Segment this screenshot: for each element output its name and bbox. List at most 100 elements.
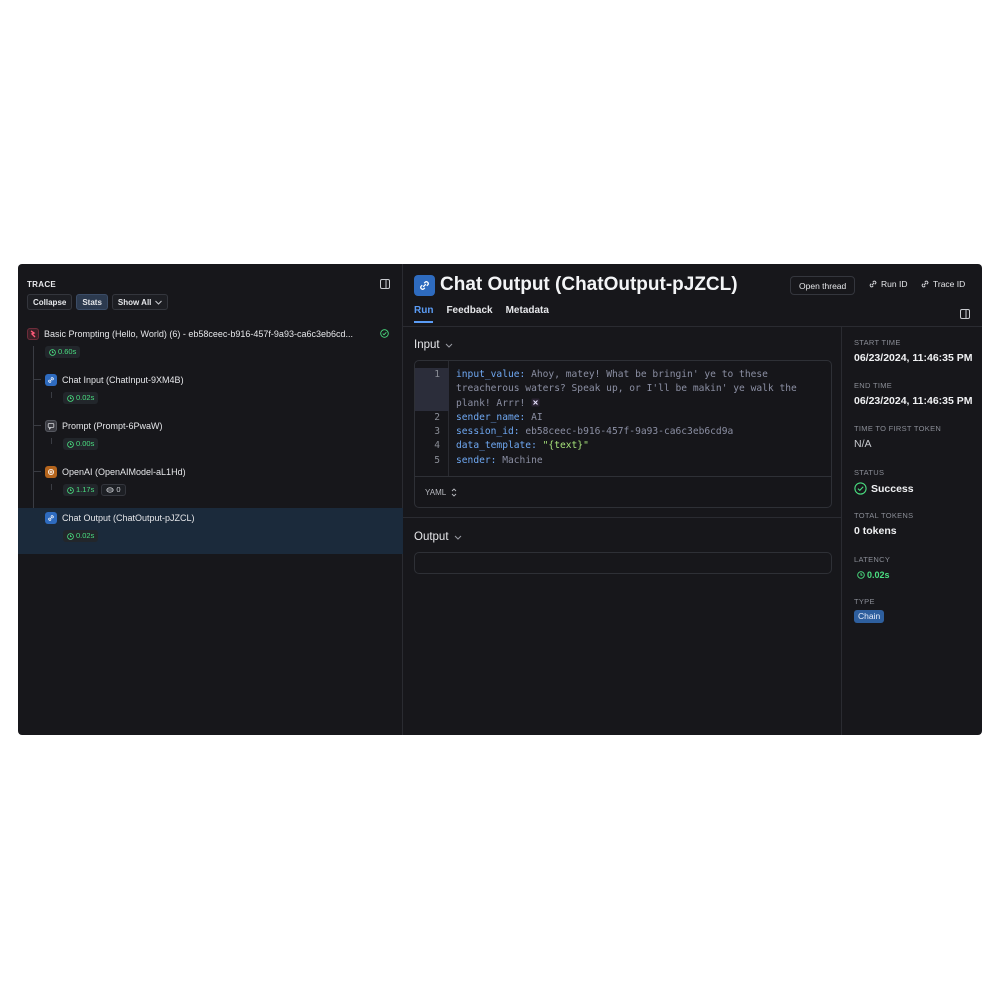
tree-node-chat-output[interactable]: Chat Output (ChatOutput-pJZCL) 0.02s xyxy=(18,508,403,554)
yaml-value: plank! Arrr! xyxy=(456,397,532,409)
prompt-icon xyxy=(45,420,57,432)
ttft-value: N/A xyxy=(854,438,872,450)
code-lines: 1 input_value: Ahoy, matey! What be bring… xyxy=(415,368,831,468)
latency-badge: 0.00s xyxy=(63,438,99,450)
yaml-key: sender_name xyxy=(456,411,520,423)
code-line: plank! Arrr! xyxy=(415,396,831,411)
link-icon xyxy=(414,275,435,296)
collapse-button[interactable]: Collapse xyxy=(27,294,73,310)
chevron-down-icon xyxy=(445,343,452,348)
format-label: YAML xyxy=(425,488,447,497)
type-badge: Chain xyxy=(854,610,885,623)
format-selector[interactable]: YAML xyxy=(425,488,457,497)
status-label: STATUS xyxy=(854,468,885,477)
latency-badge: 0.60s xyxy=(45,346,81,358)
node-header: Chat Output (ChatOutput-pJZCL) xyxy=(45,512,195,524)
tab-metadata[interactable]: Metadata xyxy=(506,305,549,323)
tab-run[interactable]: Run xyxy=(414,305,434,323)
tree-node-chat-input[interactable]: Chat Input (ChatInput-9XM4B) 0.02s xyxy=(18,370,403,416)
type-field: TYPE Chain xyxy=(854,597,885,624)
clock-icon xyxy=(67,486,74,494)
node-label: Basic Prompting (Hello, World) (6) - eb5… xyxy=(44,329,353,339)
code-line: 1 input_value: Ahoy, matey! What be bring… xyxy=(415,368,831,383)
stats-button[interactable]: Stats xyxy=(76,294,108,310)
latency-value: 0.02s xyxy=(867,570,890,580)
status-text: Success xyxy=(871,482,914,495)
code-line: 3 session_id: eb58ceec-b916-457f-9a93-ca6… xyxy=(415,425,831,439)
run-header: Chat Output (ChatOutput-pJZCL) Open thre… xyxy=(403,264,982,327)
link-icon xyxy=(45,512,57,524)
total-tokens-value: 0 tokens xyxy=(854,525,897,537)
trace-toolbar: Collapse Stats Show All xyxy=(27,294,169,310)
end-time-field: END TIME 06/23/2024, 11:46:35 PM xyxy=(854,381,973,407)
clock-icon xyxy=(67,394,74,402)
node-stats: 0.00s xyxy=(63,438,99,450)
tree-node-openai[interactable]: OpenAI (OpenAIModel-aL1Hd) 1.17s 0 xyxy=(18,462,403,508)
input-section-toggle[interactable]: Input xyxy=(414,339,453,351)
yaml-key: input_value xyxy=(456,369,520,380)
yaml-key: data_template xyxy=(456,440,532,452)
run-id-label: Run ID xyxy=(881,279,908,289)
output-code-viewer[interactable] xyxy=(414,552,832,574)
status-field: STATUS Success xyxy=(854,468,914,495)
sidebar-toggle-icon[interactable] xyxy=(380,279,390,289)
node-label: OpenAI (OpenAIModel-aL1Hd) xyxy=(62,467,186,477)
node-header: Prompt (Prompt-6PwaW) xyxy=(45,420,163,432)
node-stats: 1.17s 0 xyxy=(63,484,126,496)
input-code-viewer[interactable]: 1 input_value: Ahoy, matey! What be bring… xyxy=(414,360,832,508)
detail-tabs: Run Feedback Metadata xyxy=(414,305,549,323)
code-line: 4 data_template: "{text}" xyxy=(415,439,831,453)
total-tokens-field: TOTAL TOKENS 0 tokens xyxy=(854,511,913,537)
line-number: 1 xyxy=(415,368,449,383)
link-icon xyxy=(869,280,877,288)
run-io-section: Input 1 input_value: Ahoy, matey! What be… xyxy=(403,327,841,735)
section-divider xyxy=(403,517,841,518)
node-header: Basic Prompting (Hello, World) (6) - eb5… xyxy=(27,328,353,340)
yaml-value: eb58ceec-b916-457f-9a93-ca6c3eb6cd9a xyxy=(519,426,734,438)
end-time-label: END TIME xyxy=(854,381,893,390)
yaml-value: "{text}" xyxy=(536,440,589,452)
output-section-toggle[interactable]: Output xyxy=(414,531,462,543)
type-label: TYPE xyxy=(854,597,875,606)
node-label: Chat Output (ChatOutput-pJZCL) xyxy=(62,513,195,523)
yaml-value: Ahoy, matey! What be bringin' ye to thes… xyxy=(525,369,768,380)
code-line: 2 sender_name: AI xyxy=(415,411,831,425)
side-panel-toggle-icon[interactable] xyxy=(960,309,970,319)
tab-feedback[interactable]: Feedback xyxy=(446,305,492,323)
tree-node-root[interactable]: Basic Prompting (Hello, World) (6) - eb5… xyxy=(18,324,403,370)
clock-icon xyxy=(49,348,56,356)
latency-label: LATENCY xyxy=(854,555,891,564)
page-title: Chat Output (ChatOutput-pJZCL) xyxy=(440,274,738,295)
trace-id-button[interactable]: Trace ID xyxy=(920,279,965,289)
line-number: 3 xyxy=(434,426,440,438)
node-stats: 0.02s xyxy=(63,392,99,404)
status-value: Success xyxy=(854,482,914,495)
code-footer: YAML xyxy=(415,476,831,507)
trace-tree: Basic Prompting (Hello, World) (6) - eb5… xyxy=(18,324,403,554)
latency-value: 0.60s xyxy=(58,347,77,356)
node-header: OpenAI (OpenAIModel-aL1Hd) xyxy=(45,466,186,478)
line-number: 4 xyxy=(434,440,440,452)
open-thread-button[interactable]: Open thread xyxy=(790,276,856,295)
run-id-button[interactable]: Run ID xyxy=(868,279,907,289)
chevron-up-down-icon xyxy=(451,488,457,497)
latency-value: 1.17s xyxy=(76,485,95,494)
start-time-field: START TIME 06/23/2024, 11:46:35 PM xyxy=(854,338,973,364)
line-number: 5 xyxy=(434,454,440,466)
latency-value: 0.02s xyxy=(76,393,95,402)
latency-badge: 1.17s xyxy=(63,484,99,496)
node-header: Chat Input (ChatInput-9XM4B) xyxy=(45,374,184,386)
success-check-icon xyxy=(854,482,867,495)
ttft-label: TIME TO FIRST TOKEN xyxy=(854,424,942,433)
show-all-dropdown[interactable]: Show All xyxy=(111,294,169,310)
trace-panel: TRACE Collapse Stats Show All Basic Prom… xyxy=(18,264,403,735)
latency-badge: 0.02s xyxy=(63,530,99,542)
run-detail-panel: Chat Output (ChatOutput-pJZCL) Open thre… xyxy=(403,264,982,735)
trace-title: TRACE xyxy=(27,280,57,289)
output-title: Output xyxy=(414,531,449,543)
node-stats: 0.60s xyxy=(45,346,81,358)
latency-pill: 0.02s xyxy=(857,569,890,581)
trace-viewer: TRACE Collapse Stats Show All Basic Prom… xyxy=(18,264,982,735)
tree-node-prompt[interactable]: Prompt (Prompt-6PwaW) 0.00s xyxy=(18,416,403,462)
code-line: treacherous waters? Speak up, or I'll be… xyxy=(415,382,831,397)
